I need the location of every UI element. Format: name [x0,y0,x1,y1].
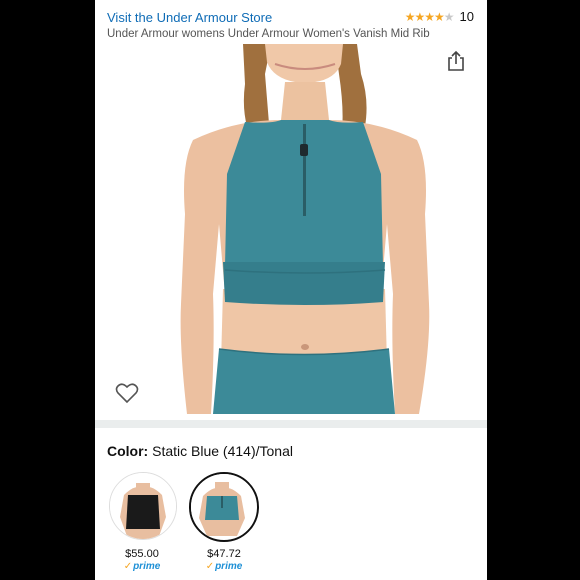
rating-stars: ★ ★ ★ ★ ★ [404,9,455,24]
color-swatch-static-blue[interactable] [189,472,259,542]
store-link[interactable]: Visit the Under Armour Store [107,10,272,25]
product-title: Under Armour womens Under Armour Women's… [107,28,430,40]
prime-badge: ✓prime [123,561,161,572]
star-icon: ★ [434,9,445,24]
prime-check-icon: ✓ [205,561,215,572]
product-image[interactable] [95,44,487,414]
prime-check-icon: ✓ [123,561,133,572]
star-icon: ★ [414,9,425,24]
star-icon: ★ [424,9,435,24]
variant-price: $47.72 [207,548,241,560]
color-swatch-black[interactable] [109,472,177,540]
share-icon[interactable] [447,50,465,72]
section-divider [95,420,487,428]
color-value: Static Blue (414)/Tonal [152,443,293,459]
star-empty-icon: ★ [443,9,455,24]
star-icon: ★ [404,9,416,24]
rating-count: 10 [459,9,474,24]
prime-badge: ✓prime [205,561,243,572]
heart-icon[interactable] [115,382,139,404]
product-card: Visit the Under Armour Store ★ ★ ★ ★ ★ 1… [95,0,487,580]
color-label: Color: [107,443,149,459]
color-selection: Color: Static Blue (414)/Tonal [107,443,293,459]
variant-price: $55.00 [125,548,159,560]
rating[interactable]: ★ ★ ★ ★ ★ 10 [405,9,474,24]
